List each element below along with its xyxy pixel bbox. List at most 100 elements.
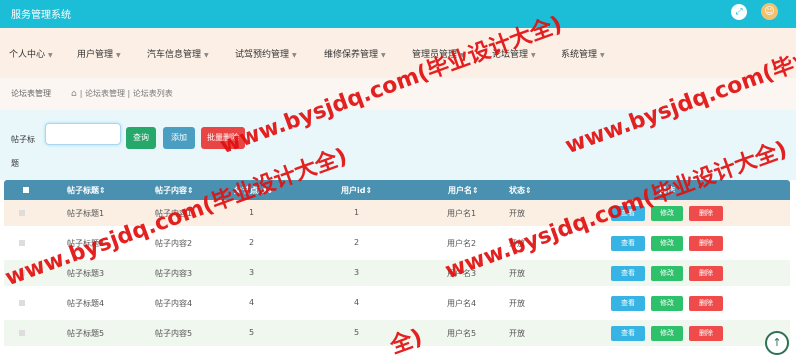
nav-item-car-info-management[interactable]: 汽车信息管理 ▼ [147, 47, 209, 60]
cell-content: 帖子内容3 [155, 269, 193, 278]
cell-parentid: 1 [249, 208, 255, 217]
column-header-username[interactable]: 用户名⇕ [448, 185, 479, 196]
cell-content: 帖子内容1 [155, 209, 193, 218]
table-row: 帖子标题1 帖子内容1 1 1 用户名1 开放 查看 修改 删除 [4, 200, 790, 226]
cell-title: 帖子标题2 [67, 239, 105, 248]
forum-table: 帖子标题⇕ 帖子内容⇕ 父节点id⇕ 用户id⇕ 用户名⇕ 状态⇕ 操作 帖子标… [0, 180, 796, 348]
nav-item-system-management[interactable]: 系统管理 ▼ [561, 47, 605, 60]
cell-username: 用户名4 [447, 299, 477, 308]
cell-status: 开放 [509, 299, 525, 308]
cell-username: 用户名3 [447, 269, 477, 278]
cell-title: 帖子标题3 [67, 269, 105, 278]
table-row: 帖子标题4 帖子内容4 4 4 用户名4 开放 查看 修改 删除 [4, 290, 790, 316]
breadcrumb-path: ⌂ | 论坛表管理 | 论坛表列表 [71, 89, 173, 99]
chevron-down-icon: ▼ [381, 52, 386, 59]
sort-icon: ⇕ [365, 186, 373, 195]
cell-status: 开放 [509, 209, 525, 218]
cell-username: 用户名2 [447, 239, 477, 248]
row-checkbox[interactable] [19, 210, 25, 216]
delete-button[interactable]: 删除 [689, 326, 723, 341]
chevron-down-icon: ▼ [600, 52, 605, 59]
row-checkbox[interactable] [19, 240, 25, 246]
view-button[interactable]: 查看 [611, 266, 645, 281]
chevron-down-icon: ▼ [531, 52, 536, 59]
home-icon[interactable]: ⌂ [71, 89, 77, 99]
cell-status: 开放 [509, 329, 525, 338]
main-nav: 个人中心 ▼ 用户管理 ▼ 汽车信息管理 ▼ 试驾预约管理 ▼ 维修保养管理 ▼ 管理员管… [0, 28, 796, 78]
view-button[interactable]: 查看 [611, 326, 645, 341]
edit-button[interactable]: 修改 [651, 296, 683, 311]
cell-status: 开放 [509, 269, 525, 278]
column-header-status[interactable]: 状态⇕ [509, 185, 532, 196]
column-header-actions: 操作 [659, 186, 675, 195]
nav-item-personal-center[interactable]: 个人中心 ▼ [9, 47, 53, 60]
edit-button[interactable]: 修改 [651, 206, 683, 221]
sort-icon: ⇕ [472, 186, 479, 195]
column-header-title[interactable]: 帖子标题⇕ [67, 185, 106, 196]
select-all-checkbox[interactable] [23, 187, 29, 193]
cell-userid: 2 [354, 238, 360, 247]
avatar[interactable]: ☺ [761, 3, 778, 20]
search-input[interactable] [45, 123, 121, 145]
cell-parentid: 3 [249, 268, 255, 277]
sort-icon: ⇕ [187, 186, 194, 195]
cell-title: 帖子标题1 [67, 209, 105, 218]
scroll-top-button[interactable]: ↑ [765, 331, 789, 355]
cell-title: 帖子标题4 [67, 299, 105, 308]
sort-icon: ⇕ [525, 186, 532, 195]
cell-content: 帖子内容4 [155, 299, 193, 308]
row-checkbox[interactable] [19, 300, 25, 306]
column-header-parentid[interactable]: 父节点id⇕ [234, 185, 273, 196]
nav-item-admin-management[interactable]: 管理员管理 ▼ [412, 47, 465, 60]
row-checkbox[interactable] [19, 330, 25, 336]
page-title: 论坛表管理 [11, 89, 51, 98]
view-button[interactable]: 查看 [611, 296, 645, 311]
sort-icon: ⇕ [99, 186, 106, 195]
nav-item-user-management[interactable]: 用户管理 ▼ [77, 47, 121, 60]
row-checkbox[interactable] [19, 270, 25, 276]
breadcrumb: 论坛表管理 ⌂ | 论坛表管理 | 论坛表列表 [0, 78, 796, 110]
chevron-down-icon: ▼ [460, 52, 465, 59]
table-row: 帖子标题3 帖子内容3 3 3 用户名3 开放 查看 修改 删除 [4, 260, 790, 286]
cell-userid: 3 [354, 268, 360, 277]
delete-button[interactable]: 删除 [689, 266, 723, 281]
top-bar: 服务管理系统 ⤢ ☺ [0, 0, 796, 28]
column-header-userid[interactable]: 用户id⇕ [341, 185, 372, 196]
search-button[interactable]: 查询 [126, 127, 156, 149]
edit-button[interactable]: 修改 [651, 236, 683, 251]
cell-username: 用户名5 [447, 329, 477, 338]
cell-parentid: 2 [249, 238, 255, 247]
cell-content: 帖子内容2 [155, 239, 193, 248]
search-bar: 帖子标题 查询 添加 批量删除 [0, 110, 796, 180]
nav-item-forum-management[interactable]: 论坛管理 ▼ [492, 47, 536, 60]
batch-delete-button[interactable]: 批量删除 [201, 127, 245, 149]
table-row: 帖子标题2 帖子内容2 2 2 用户名2 开放 查看 修改 删除 [4, 230, 790, 256]
cell-username: 用户名1 [447, 209, 477, 218]
table-row: 帖子标题5 帖子内容5 5 5 用户名5 开放 查看 修改 删除 [4, 320, 790, 346]
delete-button[interactable]: 删除 [689, 296, 723, 311]
sort-icon: ⇕ [266, 186, 274, 195]
view-button[interactable]: 查看 [611, 206, 645, 221]
cell-parentid: 5 [249, 328, 255, 337]
edit-button[interactable]: 修改 [651, 326, 683, 341]
cell-userid: 4 [354, 298, 360, 307]
nav-item-test-drive-management[interactable]: 试驾预约管理 ▼ [235, 47, 297, 60]
table-header: 帖子标题⇕ 帖子内容⇕ 父节点id⇕ 用户id⇕ 用户名⇕ 状态⇕ 操作 [4, 180, 790, 200]
delete-button[interactable]: 删除 [689, 206, 723, 221]
chevron-down-icon: ▼ [292, 52, 297, 59]
chevron-down-icon: ▼ [116, 52, 121, 59]
cell-userid: 1 [354, 208, 360, 217]
column-header-content[interactable]: 帖子内容⇕ [155, 185, 194, 196]
view-button[interactable]: 查看 [611, 236, 645, 251]
chevron-down-icon: ▼ [204, 52, 209, 59]
app-title: 服务管理系统 [11, 10, 71, 21]
add-button[interactable]: 添加 [163, 127, 195, 149]
edit-button[interactable]: 修改 [651, 266, 683, 281]
delete-button[interactable]: 删除 [689, 236, 723, 251]
cell-status: 开放 [509, 239, 525, 248]
cell-parentid: 4 [249, 298, 255, 307]
fullscreen-icon[interactable]: ⤢ [731, 4, 747, 20]
nav-item-maintenance-management[interactable]: 维修保养管理 ▼ [324, 47, 386, 60]
chevron-down-icon: ▼ [48, 52, 53, 59]
cell-content: 帖子内容5 [155, 329, 193, 338]
